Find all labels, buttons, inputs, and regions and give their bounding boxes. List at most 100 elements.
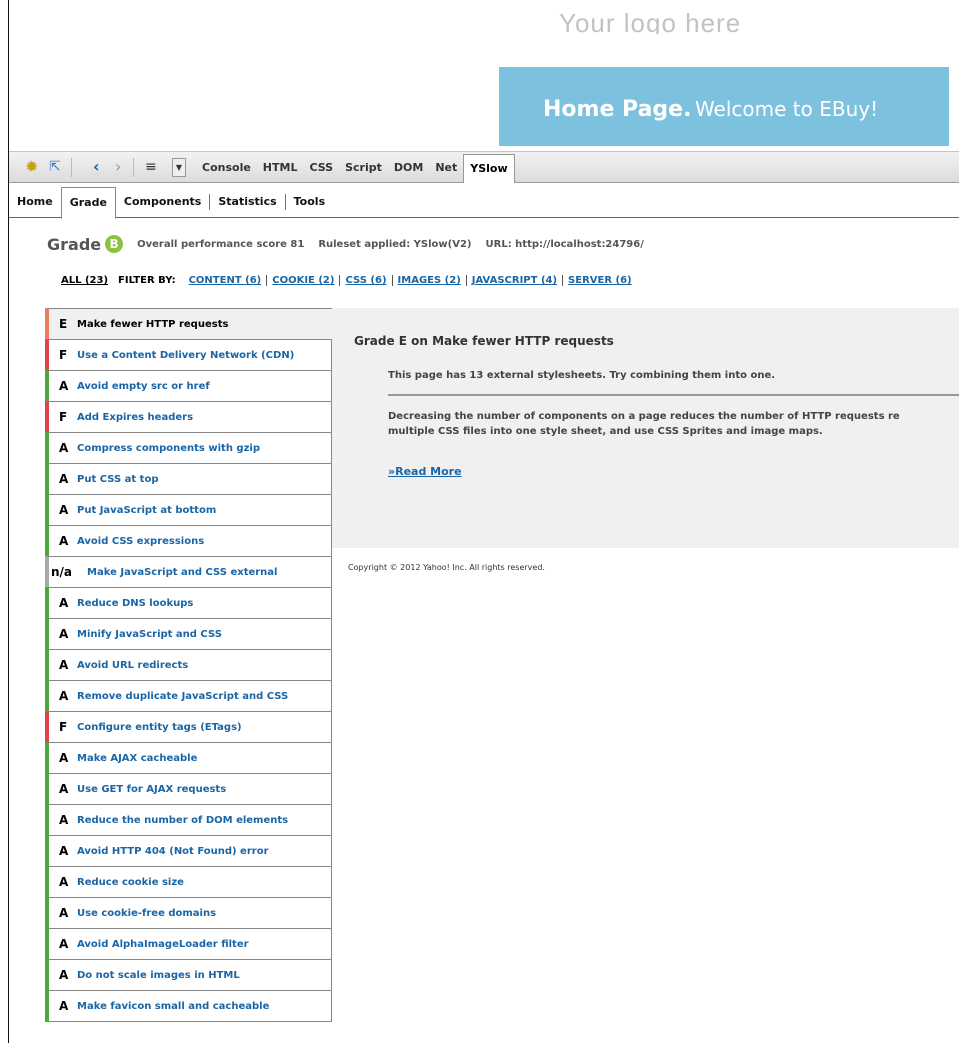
rule-name[interactable]: Reduce the number of DOM elements bbox=[77, 815, 288, 826]
rule-name[interactable]: Remove duplicate JavaScript and CSS bbox=[77, 691, 288, 702]
filter-images[interactable]: IMAGES (2) bbox=[391, 275, 466, 286]
rule-item[interactable]: A Avoid empty src or href bbox=[45, 370, 331, 401]
rule-item[interactable]: A Use cookie-free domains bbox=[45, 897, 331, 928]
rule-grade: A bbox=[59, 813, 69, 827]
rule-item[interactable]: A Avoid CSS expressions bbox=[45, 525, 331, 556]
rule-item[interactable]: n/a Make JavaScript and CSS external bbox=[45, 556, 331, 587]
rule-name[interactable]: Use cookie-free domains bbox=[77, 908, 216, 919]
banner-welcome: Welcome to EBuy! bbox=[694, 97, 879, 121]
rule-name[interactable]: Compress components with gzip bbox=[77, 443, 260, 454]
detail-summary: This page has 13 external stylesheets. T… bbox=[388, 370, 776, 381]
chevron-down-icon[interactable]: ▼ bbox=[172, 158, 186, 177]
rule-item[interactable]: A Avoid URL redirects bbox=[45, 649, 331, 680]
rule-item[interactable]: A Put CSS at top bbox=[45, 463, 331, 494]
page-url: URL: http://localhost:24796/ bbox=[485, 238, 644, 250]
rule-item[interactable]: A Avoid AlphaImageLoader filter bbox=[45, 928, 331, 959]
nav-grade[interactable]: Grade bbox=[60, 187, 116, 219]
filter-javascript[interactable]: JAVASCRIPT (4) bbox=[465, 275, 562, 286]
rule-item[interactable]: A Remove duplicate JavaScript and CSS bbox=[45, 680, 331, 711]
rule-grade: n/a bbox=[51, 565, 73, 579]
rule-item[interactable]: A Make AJAX cacheable bbox=[45, 742, 331, 773]
rule-grade: A bbox=[59, 937, 69, 951]
rule-item[interactable]: A Put JavaScript at bottom bbox=[45, 494, 331, 525]
grade-badge: B bbox=[105, 235, 124, 253]
rule-item[interactable]: A Reduce the number of DOM elements bbox=[45, 804, 331, 835]
rule-item[interactable]: A Do not scale images in HTML bbox=[45, 959, 331, 990]
rule-name[interactable]: Avoid HTTP 404 (Not Found) error bbox=[77, 846, 269, 857]
rule-grade: A bbox=[59, 472, 69, 486]
tab-console[interactable]: Console bbox=[196, 152, 257, 183]
nav-tools[interactable]: Tools bbox=[284, 194, 333, 210]
read-more-link[interactable]: »Read More bbox=[388, 465, 462, 478]
rule-item[interactable]: E Make fewer HTTP requests bbox=[45, 308, 333, 339]
firebug-icon[interactable]: ✹ bbox=[25, 158, 38, 176]
tab-script[interactable]: Script bbox=[339, 152, 388, 183]
rule-name[interactable]: Reduce cookie size bbox=[77, 877, 184, 888]
banner-title: Home Page. bbox=[543, 97, 692, 122]
tab-dom[interactable]: DOM bbox=[388, 152, 429, 183]
rule-name[interactable]: Use GET for AJAX requests bbox=[77, 784, 226, 795]
rule-grade: A bbox=[59, 596, 69, 610]
filter-server[interactable]: SERVER (6) bbox=[562, 275, 637, 286]
rule-item[interactable]: A Compress components with gzip bbox=[45, 432, 331, 463]
rule-name[interactable]: Reduce DNS lookups bbox=[77, 598, 193, 609]
tab-yslow[interactable]: YSlow bbox=[463, 154, 515, 183]
rule-grade: A bbox=[59, 999, 69, 1013]
rule-grade: F bbox=[59, 720, 68, 734]
rule-item[interactable]: A Minify JavaScript and CSS bbox=[45, 618, 331, 649]
rule-name[interactable]: Make fewer HTTP requests bbox=[77, 319, 228, 330]
nav-components[interactable]: Components bbox=[116, 186, 209, 217]
rule-item[interactable]: F Use a Content Delivery Network (CDN) bbox=[45, 339, 331, 370]
rule-name[interactable]: Avoid empty src or href bbox=[77, 381, 210, 392]
rule-grade: A bbox=[59, 627, 69, 641]
rule-name[interactable]: Put JavaScript at bottom bbox=[77, 505, 216, 516]
detail-desc-line: Decreasing the number of components on a… bbox=[388, 411, 900, 422]
filter-css[interactable]: CSS (6) bbox=[339, 275, 391, 286]
rule-name[interactable]: Avoid CSS expressions bbox=[77, 536, 204, 547]
rule-grade: A bbox=[59, 658, 69, 672]
rule-item[interactable]: A Reduce cookie size bbox=[45, 866, 331, 897]
nav-home[interactable]: Home bbox=[9, 186, 61, 217]
rule-item[interactable]: A Make favicon small and cacheable bbox=[45, 990, 331, 1021]
filter-by-label: FILTER BY: bbox=[118, 275, 176, 286]
rule-grade: A bbox=[59, 534, 69, 548]
rule-grade: F bbox=[59, 410, 68, 424]
rule-item[interactable]: F Configure entity tags (ETags) bbox=[45, 711, 331, 742]
rule-name[interactable]: Do not scale images in HTML bbox=[77, 970, 240, 981]
rule-name[interactable]: Make JavaScript and CSS external bbox=[87, 567, 277, 578]
rule-name[interactable]: Add Expires headers bbox=[77, 412, 193, 423]
tab-html[interactable]: HTML bbox=[257, 152, 304, 183]
tab-css[interactable]: CSS bbox=[303, 152, 339, 183]
rule-name[interactable]: Configure entity tags (ETags) bbox=[77, 722, 242, 733]
back-arrow-icon[interactable]: ‹ bbox=[93, 158, 100, 176]
rule-item[interactable]: F Add Expires headers bbox=[45, 401, 331, 432]
inspect-icon[interactable]: ⇱ bbox=[49, 158, 61, 176]
rule-name[interactable]: Avoid URL redirects bbox=[77, 660, 188, 671]
nav-statistics[interactable]: Statistics bbox=[209, 194, 284, 210]
detail-title: Grade E on Make fewer HTTP requests bbox=[354, 334, 614, 348]
filter-all[interactable]: ALL (23) bbox=[61, 275, 108, 286]
rule-grade: A bbox=[59, 782, 69, 796]
rule-item[interactable]: A Reduce DNS lookups bbox=[45, 587, 331, 618]
rule-name[interactable]: Put CSS at top bbox=[77, 474, 159, 485]
rule-item[interactable]: A Avoid HTTP 404 (Not Found) error bbox=[45, 835, 331, 866]
rule-name[interactable]: Use a Content Delivery Network (CDN) bbox=[77, 350, 294, 361]
rule-item[interactable]: A Use GET for AJAX requests bbox=[45, 773, 331, 804]
rule-name[interactable]: Make AJAX cacheable bbox=[77, 753, 197, 764]
forward-arrow-icon[interactable]: › bbox=[115, 158, 121, 176]
rule-name[interactable]: Minify JavaScript and CSS bbox=[77, 629, 222, 640]
rule-name[interactable]: Avoid AlphaImageLoader filter bbox=[77, 939, 249, 950]
filter-content[interactable]: CONTENT (6) bbox=[184, 275, 267, 286]
rule-grade: A bbox=[59, 875, 69, 889]
rules-list: E Make fewer HTTP requests F Use a Content … bbox=[45, 308, 333, 1022]
tab-net[interactable]: Net bbox=[429, 152, 463, 183]
firebug-tabs: Console HTML CSS Script DOM Net YSlow bbox=[196, 152, 515, 183]
filter-cookie[interactable]: COOKIE (2) bbox=[266, 275, 339, 286]
rule-grade: E bbox=[59, 317, 68, 331]
firebug-toolbar: ✹ ⇱ ‹ › ≡ ▼ Console HTML CSS Script DOM … bbox=[9, 151, 959, 183]
detail-description: Decreasing the number of components on a… bbox=[388, 409, 959, 439]
toolbar-divider bbox=[71, 158, 72, 177]
filter-bar: ALL (23) FILTER BY: CONTENT (6) COOKIE (… bbox=[61, 275, 637, 286]
menu-icon[interactable]: ≡ bbox=[145, 158, 157, 176]
rule-name[interactable]: Make favicon small and cacheable bbox=[77, 1001, 269, 1012]
